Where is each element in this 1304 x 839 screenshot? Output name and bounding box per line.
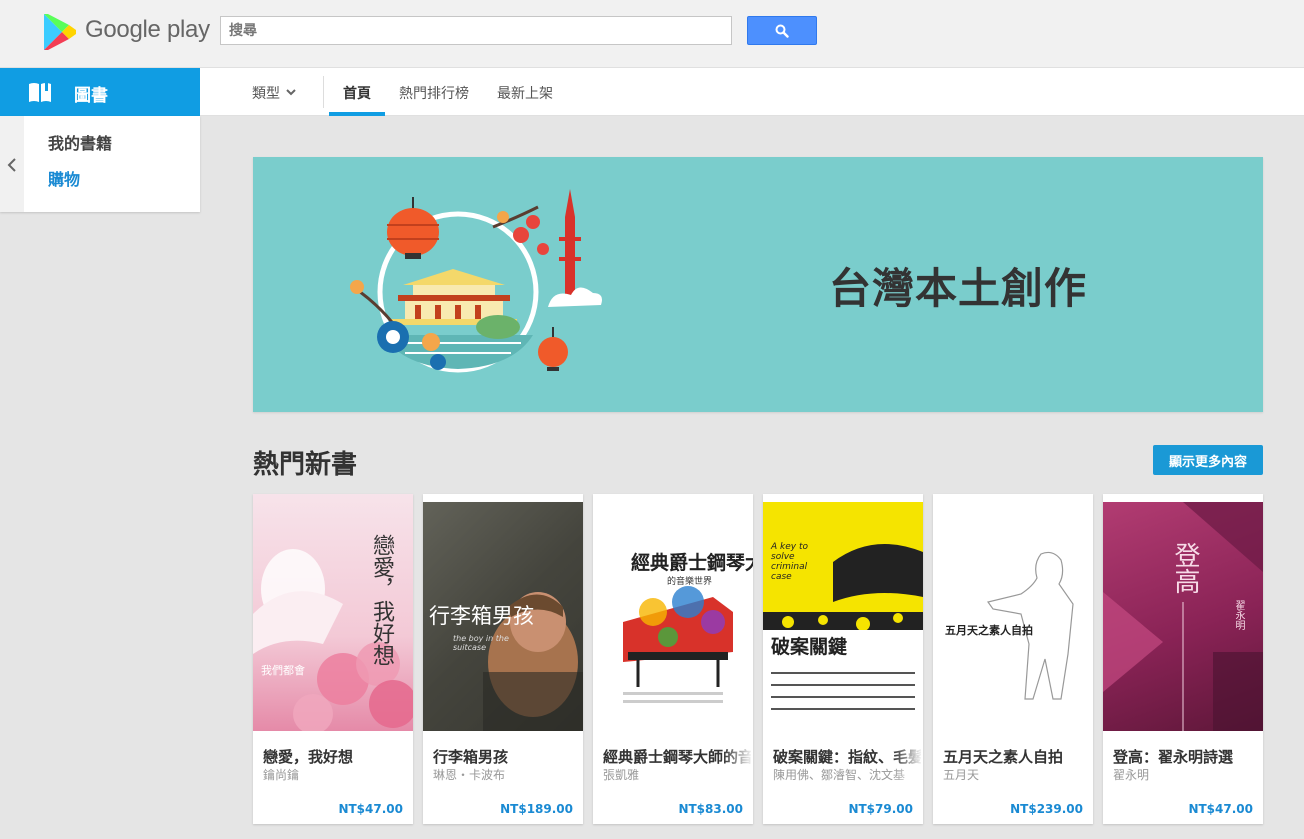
cover-art [986,551,1074,700]
text-fade [893,742,923,786]
book-card[interactable]: 行李箱男孩 the boy in the suitcase 行李箱男孩 琳恩・卡… [423,494,583,824]
books-label: 圖書 [74,86,108,106]
side-menu: 我的書籍 購物 [0,116,200,212]
book-card[interactable]: 經典爵士鋼琴大師 的音樂世界 經典爵士鋼琴大師的音樂世界 張凱雅 NT$83.0… [593,494,753,824]
book-card[interactable]: 戀愛，我好想 我們都會 戀愛，我好想 鑰尚鑰 NT$47.00 [253,494,413,824]
search-button[interactable] [747,16,817,45]
tab-top-charts[interactable]: 熱門排行榜 [399,83,469,103]
text-fade [383,742,413,786]
show-more-button[interactable]: 顯示更多內容 [1153,445,1263,475]
book-price-button[interactable]: NT$79.00 [848,802,913,816]
google-play-logo[interactable]: Google play [42,12,212,52]
chevron-left-icon [7,158,16,172]
sidebar-item-shop[interactable]: 購物 [48,166,80,190]
logo-text: Google play [85,16,210,43]
cover-title: 登高 [1170,542,1200,594]
section-title: 熱門新書 [253,450,358,480]
banner-title: 台灣本土創作 [829,264,1088,313]
tab-new-releases[interactable]: 最新上架 [497,83,553,103]
cover-art [763,544,923,731]
cover-title: 五月天之素人自拍 [945,624,1033,637]
nav-divider [323,76,324,108]
book-icon [29,83,51,102]
category-dropdown[interactable]: 類型 [252,83,296,103]
search-icon [775,24,789,38]
active-tab-indicator [329,112,385,116]
sidebar-item-my-books[interactable]: 我的書籍 [48,130,112,154]
cover-art [623,586,733,703]
cover-title: 破案關鍵 [771,636,848,658]
book-author: 五月天 [943,768,980,782]
book-cover: A key to solve criminal case 破案關鍵 [763,502,923,731]
book-cover: 登高 翟永明 [1103,502,1263,731]
banner-illustration [350,189,602,373]
top-nav: 類型 首頁 熱門排行榜 最新上架 [200,68,1304,116]
text-fade [553,742,583,786]
book-title: 五月天之素人自拍 [943,748,1064,766]
book-cover: 戀愛，我好想 我們都會 [253,494,413,731]
cover-title: 行李箱男孩 [429,604,534,628]
book-price-button[interactable]: NT$47.00 [338,802,403,816]
book-price-button[interactable]: NT$83.00 [678,802,743,816]
cover-subtitle: 的音樂世界 [667,577,713,587]
book-card[interactable]: 五月天之素人自拍 五月天之素人自拍 五月天 NT$239.00 [933,494,1093,824]
book-card[interactable]: A key to solve criminal case 破案關鍵 破案關鍵：指… [763,494,923,824]
cover-subtitle: 翟永明 [1233,600,1244,630]
text-fade [1233,742,1263,786]
cover-subtitle: 我們都會 [261,664,305,677]
cover-subtitle: A key to solve criminal case [771,542,808,582]
cover-subtitle: the boy in the suitcase [453,634,509,652]
book-price-button[interactable]: NT$239.00 [1010,802,1083,816]
book-cover: 五月天之素人自拍 [933,494,1093,731]
top-bar: Google play [0,0,1304,68]
chevron-down-icon [286,89,296,96]
play-triangle-icon [44,14,76,50]
category-label: 類型 [252,86,280,102]
text-fade [723,742,753,786]
tab-home[interactable]: 首頁 [343,83,371,103]
book-cover: 經典爵士鋼琴大師 的音樂世界 [593,502,753,731]
search-input[interactable] [220,16,732,45]
cover-title: 戀愛，我好想 [369,534,394,666]
cover-title: 經典爵士鋼琴大師 [631,552,753,574]
promo-banner[interactable]: 台灣本土創作 [253,157,1263,412]
book-price-button[interactable]: NT$47.00 [1188,802,1253,816]
book-cover: 行李箱男孩 the boy in the suitcase [423,502,583,731]
book-card[interactable]: 登高 翟永明 登高：翟永明詩選 翟永明 NT$47.00 [1103,494,1263,824]
books-section-header[interactable]: 圖書 [0,68,200,116]
book-price-button[interactable]: NT$189.00 [500,802,573,816]
collapse-sidebar-button[interactable] [0,116,24,212]
